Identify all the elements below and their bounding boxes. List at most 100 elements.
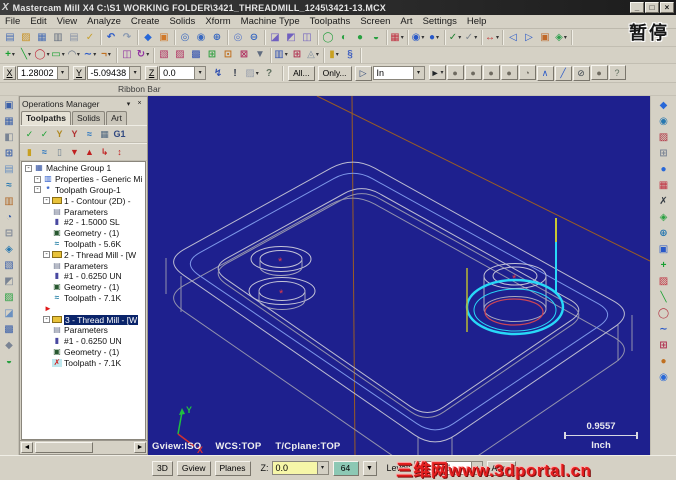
select-area-icon[interactable]: ◔ [518, 65, 536, 81]
select-vertex-icon[interactable]: ∧ [536, 65, 554, 81]
z-combo-caret-icon[interactable]: ▾ [194, 67, 206, 79]
right-toolbar-icon-16[interactable]: ⊞ [655, 338, 672, 353]
tree-expand-icon[interactable]: - [43, 197, 50, 205]
select-cursor-caret-icon[interactable]: ▾ [441, 69, 444, 76]
shading-options-icon[interactable]: ◒ [368, 31, 384, 45]
planes-caret-icon[interactable]: ▾ [401, 31, 404, 45]
y-coordinate-value[interactable]: -5.09438 [88, 68, 130, 78]
lock-posting-icon[interactable]: ▯ [52, 145, 67, 159]
create-drafting-icon[interactable]: ¬ ▾ [98, 48, 114, 62]
units-value[interactable]: In [374, 68, 413, 78]
tree-item-label[interactable]: 2 - Thread Mill - [W [64, 250, 136, 260]
tree-item-label[interactable]: #1 - 0.6250 UN [64, 336, 122, 346]
right-toolbar-icon-2[interactable]: ◉ [655, 114, 672, 129]
zoom-out-icon[interactable]: ⊖ [246, 31, 262, 45]
create-point-icon[interactable]: + ▾ [2, 48, 18, 62]
tree-item-parameters[interactable]: ▤ Parameters [22, 260, 145, 271]
zoom-previous-icon[interactable]: ◎ [230, 31, 246, 45]
set-attributes-caret-icon[interactable]: ▾ [458, 31, 461, 45]
x-coordinate-button[interactable]: X [3, 66, 16, 80]
selection-help-icon[interactable]: ? [608, 65, 626, 81]
tree-item-parameters[interactable]: ▤ Parameters [22, 325, 145, 336]
create-line-icon[interactable]: ╲ ▾ [18, 48, 34, 62]
right-toolbar-icon-15[interactable]: ∼ [655, 322, 672, 337]
create-rect-caret-icon[interactable]: ▾ [62, 48, 65, 62]
right-toolbar-icon-5[interactable]: ● [655, 162, 672, 177]
left-toolbar-icon-16[interactable]: ◆ [1, 338, 18, 353]
select-all-dirty-icon[interactable]: ✓ [37, 127, 52, 141]
select-polygon-icon[interactable]: ● [464, 65, 482, 81]
tab-art[interactable]: Art [106, 111, 128, 125]
screen-stats-caret-icon[interactable]: ▾ [285, 48, 288, 62]
toolpath-surface-icon[interactable]: ⊡ [220, 48, 236, 62]
tree-expand-icon[interactable]: - [25, 164, 32, 172]
menu-xform[interactable]: Xform [200, 15, 235, 28]
create-fillet-caret-icon[interactable]: ▾ [77, 48, 80, 62]
xform-rotate-caret-icon[interactable]: ▾ [146, 48, 149, 62]
tree-item-geometry-1[interactable]: ▣ Geometry - (1) [22, 228, 145, 239]
right-toolbar-icon-1[interactable]: ◆ [655, 98, 672, 113]
menu-edit[interactable]: Edit [25, 15, 51, 28]
file-save-icon[interactable]: ▦ [34, 31, 50, 45]
tree-item-toolpath-7-1k[interactable]: ✗ Toolpath - 7.1K [22, 357, 145, 368]
x-combo-caret-icon[interactable]: ▾ [56, 67, 68, 79]
image-capture-icon[interactable]: ▨ ▾ [244, 66, 260, 81]
z-depth-combo[interactable]: 0.0 ▾ [271, 461, 329, 475]
menu-machine-type[interactable]: Machine Type [236, 15, 305, 28]
planes-icon[interactable]: ▦ ▾ [389, 31, 405, 45]
toolbar-help-icon[interactable]: ◈ ▾ [553, 31, 569, 45]
menu-view[interactable]: View [52, 15, 82, 28]
repaint-icon[interactable]: ◪ [267, 31, 283, 45]
left-toolbar-icon-7[interactable]: ▥ [1, 194, 18, 209]
analyze-distance-caret-icon[interactable]: ▾ [496, 31, 499, 45]
tree-item-label[interactable]: #1 - 0.6250 UN [64, 271, 122, 281]
color-caret-icon[interactable]: ▼ [362, 460, 377, 476]
undelete-icon[interactable]: ✓ [82, 31, 98, 45]
xform-mirror-icon[interactable]: ◫ [119, 48, 135, 62]
tree-item-label[interactable]: Toolpath - 5.6K [64, 239, 121, 249]
tree-item-1-contour-2d[interactable]: - 1 - Contour (2D) - [22, 195, 145, 206]
fastpoint-icon[interactable]: ↯ [210, 66, 226, 81]
xform-rotate-icon[interactable]: ↻ ▾ [135, 48, 151, 62]
left-toolbar-icon-14[interactable]: ◪ [1, 306, 18, 321]
tree-item-label[interactable]: Geometry - (1) [64, 228, 119, 238]
scroll-left-icon[interactable]: ◄ [21, 442, 33, 453]
create-spline-icon[interactable]: ∼ ▾ [82, 48, 98, 62]
grid-settings-icon[interactable]: ⊞ [289, 48, 305, 62]
redo-icon[interactable]: ↷ [119, 31, 135, 45]
gesture-select-icon[interactable]: ▷ [354, 65, 372, 81]
move-insert-up-icon[interactable]: ▲ [82, 145, 97, 159]
select-chain-icon[interactable]: ● [500, 65, 518, 81]
tree-item-3-thread-mill-w[interactable]: - 3 - Thread Mill - [W [22, 314, 145, 325]
image-capture-caret-icon[interactable]: ▾ [256, 70, 259, 77]
toolbar-help-caret-icon[interactable]: ▾ [564, 31, 567, 45]
tree-expand-icon[interactable]: - [43, 316, 50, 324]
tree-item-parameters[interactable]: ▤ Parameters [22, 206, 145, 217]
z-coordinate-button[interactable]: Z [145, 66, 159, 80]
tree-item-machine-group-1[interactable]: - ▦ Machine Group 1 [22, 163, 145, 174]
tree-item-2-thread-mill-w[interactable]: - 2 - Thread Mill - [W [22, 249, 145, 260]
verify-icon[interactable]: ▦ [97, 127, 112, 141]
z-coordinate-value[interactable]: 0.0 [160, 68, 194, 78]
regen-selected-icon[interactable]: Y [52, 127, 67, 141]
wireframe-shading-icon[interactable]: ◯ [320, 31, 336, 45]
machine-def-icon[interactable]: ▼ [252, 48, 268, 62]
y-coordinate-combo[interactable]: -5.09438 ▾ [86, 66, 142, 80]
blank-toggle-icon[interactable]: ▣ [537, 31, 553, 45]
create-arc-icon[interactable]: ◯ ▾ [34, 48, 50, 62]
minimize-button[interactable]: _ [630, 2, 644, 13]
right-toolbar-icon-6[interactable]: ▦ [655, 178, 672, 193]
left-toolbar-icon-15[interactable]: ▩ [1, 322, 18, 337]
select-window-icon[interactable]: ● [446, 65, 464, 81]
translucent-shading-icon[interactable]: ◐ [336, 31, 352, 45]
tree-item-label[interactable]: 3 - Thread Mill - [W [64, 314, 139, 325]
menu-art[interactable]: Art [395, 15, 417, 28]
left-toolbar-icon-6[interactable]: ≈ [1, 178, 18, 193]
left-toolbar-icon-11[interactable]: ▧ [1, 258, 18, 273]
toolpath-face-icon[interactable]: ⊞ [204, 48, 220, 62]
tree-expand-icon[interactable]: - [43, 251, 50, 259]
tree-item-1-0-6250-un[interactable]: ▮ #1 - 0.6250 UN [22, 336, 145, 347]
tree-item-label[interactable]: Parameters [64, 207, 108, 217]
move-insert-down-icon[interactable]: ▼ [67, 145, 82, 159]
backplot-icon[interactable]: ≈ [82, 127, 97, 141]
